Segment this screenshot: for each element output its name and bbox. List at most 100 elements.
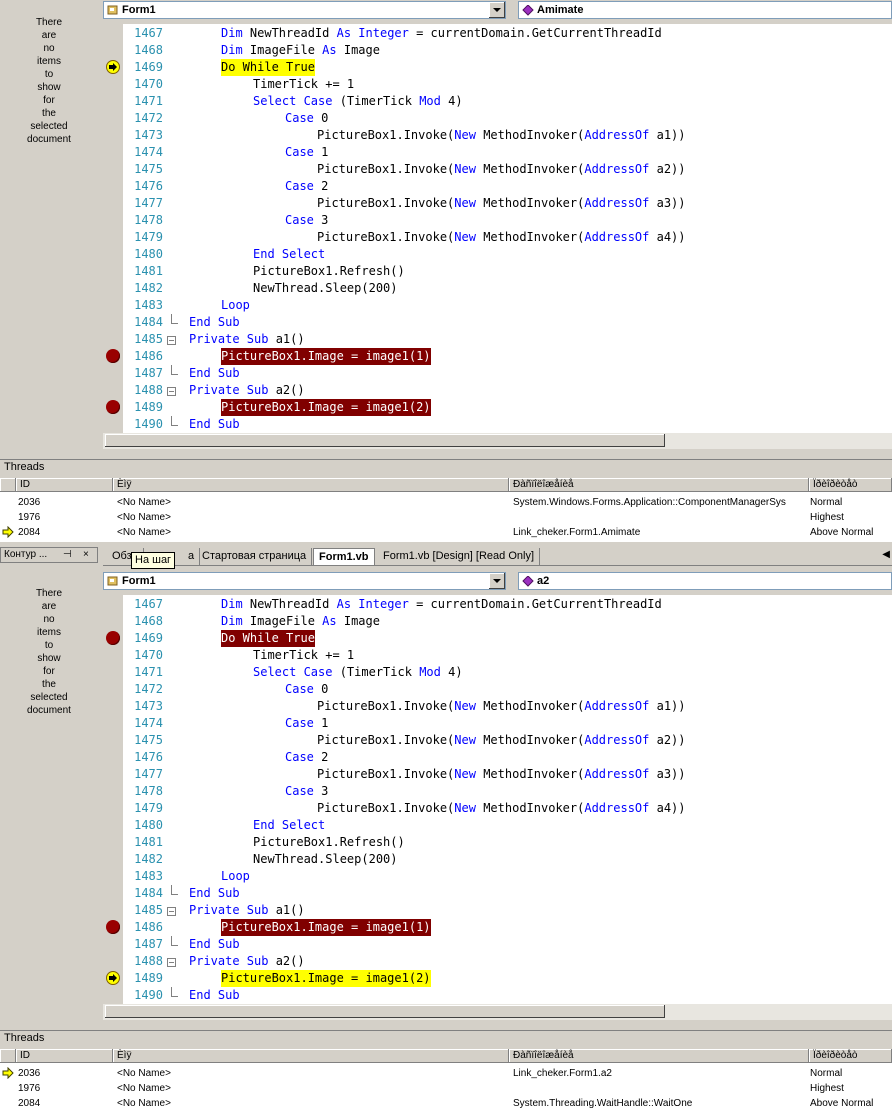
thread-cell-location[interactable] bbox=[509, 510, 806, 525]
column-header[interactable]: ID bbox=[16, 1049, 113, 1063]
tab-start-page[interactable]: Стартовая страница bbox=[197, 548, 313, 565]
code-line[interactable]: 1469 Do While True bbox=[123, 59, 892, 76]
tab-scroll-left-icon[interactable]: ◀ bbox=[882, 549, 890, 560]
code-line[interactable]: 1476 Case 2 bbox=[123, 749, 892, 766]
thread-cell-location[interactable]: Link_cheker.Form1.Amimate bbox=[509, 525, 806, 540]
thread-cell-location[interactable]: System.Threading.WaitHandle::WaitOne bbox=[509, 1096, 806, 1111]
collapse-icon[interactable] bbox=[167, 387, 176, 396]
code-line[interactable]: 1484 End Sub bbox=[123, 885, 892, 902]
code-line[interactable]: 1485 Private Sub a1() bbox=[123, 331, 892, 348]
tab-form1-design[interactable]: Form1.vb [Design] [Read Only] bbox=[378, 548, 541, 565]
column-header-indicator[interactable] bbox=[0, 1049, 16, 1063]
indicator-margin[interactable] bbox=[103, 24, 123, 433]
column-header[interactable]: Ðàñïîëîæåíèå bbox=[509, 1049, 809, 1063]
code-line[interactable]: 1486 PictureBox1.Image = image1(1) bbox=[123, 348, 892, 365]
code-line[interactable]: 1490 End Sub bbox=[123, 987, 892, 1004]
thread-cell-id[interactable]: 2084 bbox=[14, 1096, 113, 1111]
thread-cell-id[interactable]: 2036 bbox=[14, 495, 113, 510]
thread-cell-priority[interactable]: Above Normal bbox=[806, 1096, 892, 1111]
thread-cell-name[interactable]: <No Name> bbox=[113, 495, 509, 510]
method-combo-bottom[interactable]: a2 bbox=[518, 572, 892, 590]
scrollbar-thumb[interactable] bbox=[105, 1005, 665, 1018]
breakpoint-icon[interactable] bbox=[106, 349, 120, 363]
thread-cell-id[interactable]: 1976 bbox=[14, 1081, 113, 1096]
code-line[interactable]: 1483 Loop bbox=[123, 868, 892, 885]
thread-cell-name[interactable]: <No Name> bbox=[113, 525, 509, 540]
thread-cell-id[interactable]: 2036 bbox=[14, 1066, 113, 1081]
column-header[interactable]: ID bbox=[16, 478, 113, 492]
code-line[interactable]: 1481 PictureBox1.Refresh() bbox=[123, 263, 892, 280]
threads-grid-bottom[interactable]: ID Èìÿ Ðàñïîëîæåíèå Ïðèîðèòåò 2036 <No Name> L… bbox=[0, 1049, 892, 1112]
thread-cell-priority[interactable]: Normal bbox=[806, 1066, 892, 1081]
threads-grid-top[interactable]: ID Èìÿ Ðàñïîëîæåíèå Ïðèîðèòåò 2036 <No Name> S… bbox=[0, 478, 892, 542]
code-line[interactable]: 1487 End Sub bbox=[123, 365, 892, 382]
tab-form1-vb[interactable]: Form1.vb bbox=[313, 548, 375, 565]
pin-icon[interactable]: ⊣ bbox=[63, 548, 72, 562]
thread-cell-name[interactable]: <No Name> bbox=[113, 1066, 509, 1081]
code-line[interactable]: 1473 PictureBox1.Invoke(New MethodInvoker… bbox=[123, 127, 892, 144]
class-combo[interactable]: Form1 bbox=[103, 1, 506, 19]
column-header[interactable]: Ðàñïîëîæåíèå bbox=[509, 478, 809, 492]
thread-cell-priority[interactable]: Above Normal bbox=[806, 525, 892, 540]
column-header[interactable]: Ïðèîðèòåò bbox=[809, 1049, 892, 1063]
code-line[interactable]: 1470 TimerTick += 1 bbox=[123, 647, 892, 664]
chevron-down-icon[interactable] bbox=[488, 2, 505, 18]
code-line[interactable]: 1467 Dim NewThreadId As Integer = current… bbox=[123, 25, 892, 42]
thread-cell-location[interactable]: Link_cheker.Form1.a2 bbox=[509, 1066, 806, 1081]
code-line[interactable]: 1471 Select Case (TimerTick Mod 4) bbox=[123, 664, 892, 681]
collapse-icon[interactable] bbox=[167, 958, 176, 967]
code-line[interactable]: 1477 PictureBox1.Invoke(New MethodInvoker… bbox=[123, 766, 892, 783]
code-line[interactable]: 1488 Private Sub a2() bbox=[123, 953, 892, 970]
code-line[interactable]: 1472 Case 0 bbox=[123, 681, 892, 698]
code-line[interactable]: 1482 NewThread.Sleep(200) bbox=[123, 280, 892, 297]
breakpoint-icon[interactable] bbox=[106, 631, 120, 645]
code-line[interactable]: 1490 End Sub bbox=[123, 416, 892, 433]
thread-cell-priority[interactable]: Normal bbox=[806, 495, 892, 510]
code-editor-bottom[interactable]: 1467 Dim NewThreadId As Integer = current… bbox=[103, 595, 892, 1004]
code-line[interactable]: 1468 Dim ImageFile As Image bbox=[123, 613, 892, 630]
outline-pane-header[interactable]: Контур ... ⊣ × bbox=[0, 547, 98, 563]
code-line[interactable]: 1476 Case 2 bbox=[123, 178, 892, 195]
code-line[interactable]: 1473 PictureBox1.Invoke(New MethodInvoker… bbox=[123, 698, 892, 715]
column-header-indicator[interactable] bbox=[0, 478, 16, 492]
code-line[interactable]: 1475 PictureBox1.Invoke(New MethodInvoker… bbox=[123, 161, 892, 178]
code-line[interactable]: 1470 TimerTick += 1 bbox=[123, 76, 892, 93]
code-line[interactable]: 1467 Dim NewThreadId As Integer = current… bbox=[123, 596, 892, 613]
scrollbar-thumb[interactable] bbox=[105, 434, 665, 447]
chevron-down-icon[interactable] bbox=[488, 573, 505, 589]
code-line[interactable]: 1472 Case 0 bbox=[123, 110, 892, 127]
code-line[interactable]: 1481 PictureBox1.Refresh() bbox=[123, 834, 892, 851]
thread-cell-id[interactable]: 1976 bbox=[14, 510, 113, 525]
horizontal-scrollbar-bottom[interactable] bbox=[103, 1004, 892, 1020]
code-line[interactable]: 1487 End Sub bbox=[123, 936, 892, 953]
thread-cell-priority[interactable]: Highest bbox=[806, 1081, 892, 1096]
close-icon[interactable]: × bbox=[83, 548, 89, 562]
code-line[interactable]: 1471 Select Case (TimerTick Mod 4) bbox=[123, 93, 892, 110]
code-line[interactable]: 1480 End Select bbox=[123, 246, 892, 263]
thread-cell-name[interactable]: <No Name> bbox=[113, 1096, 509, 1111]
code-line[interactable]: 1484 End Sub bbox=[123, 314, 892, 331]
code-line[interactable]: 1483 Loop bbox=[123, 297, 892, 314]
indicator-margin[interactable] bbox=[103, 595, 123, 1004]
code-line[interactable]: 1480 End Select bbox=[123, 817, 892, 834]
thread-cell-id[interactable]: 2084 bbox=[14, 525, 113, 540]
code-line[interactable]: 1486 PictureBox1.Image = image1(1) bbox=[123, 919, 892, 936]
class-combo-bottom[interactable]: Form1 bbox=[103, 572, 506, 590]
column-header[interactable]: Èìÿ bbox=[113, 478, 509, 492]
code-line[interactable]: 1479 PictureBox1.Invoke(New MethodInvoker… bbox=[123, 229, 892, 246]
code-line[interactable]: 1474 Case 1 bbox=[123, 715, 892, 732]
code-line[interactable]: 1468 Dim ImageFile As Image bbox=[123, 42, 892, 59]
breakpoint-icon[interactable] bbox=[106, 920, 120, 934]
code-line[interactable]: 1475 PictureBox1.Invoke(New MethodInvoker… bbox=[123, 732, 892, 749]
code-line[interactable]: 1478 Case 3 bbox=[123, 212, 892, 229]
thread-cell-name[interactable]: <No Name> bbox=[113, 1081, 509, 1096]
code-line[interactable]: 1489 PictureBox1.Image = image1(2) bbox=[123, 970, 892, 987]
code-line[interactable]: 1477 PictureBox1.Invoke(New MethodInvoker… bbox=[123, 195, 892, 212]
code-line[interactable]: 1469 Do While True bbox=[123, 630, 892, 647]
current-statement-arrow-icon[interactable] bbox=[105, 971, 121, 985]
current-statement-arrow-icon[interactable] bbox=[105, 60, 121, 74]
code-line[interactable]: 1488 Private Sub a2() bbox=[123, 382, 892, 399]
horizontal-scrollbar-top[interactable] bbox=[103, 433, 892, 449]
method-combo[interactable]: Amimate bbox=[518, 1, 892, 19]
thread-cell-location[interactable]: System.Windows.Forms.Application::Compon… bbox=[509, 495, 806, 510]
